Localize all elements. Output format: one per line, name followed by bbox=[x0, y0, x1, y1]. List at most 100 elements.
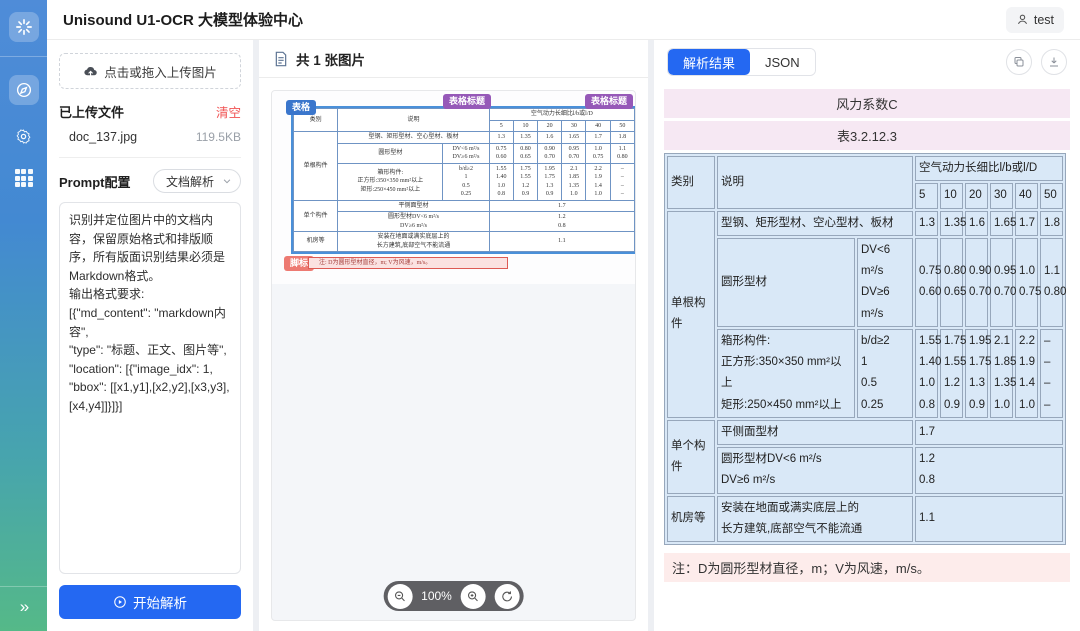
result-tabs: 解析结果 JSON bbox=[667, 48, 816, 76]
page-title: Unisound U1-OCR 大模型体验中心 bbox=[63, 9, 303, 30]
table-cell: 1.35 bbox=[940, 211, 963, 236]
table-cell: b/d≥2 1 0.5 0.25 bbox=[857, 329, 913, 418]
zoom-toolbar: 100% bbox=[383, 581, 524, 611]
table-cell: 1.2 0.8 bbox=[489, 212, 634, 232]
table-title-annotation-badge: 表格标题 bbox=[443, 94, 491, 109]
table-cell: 0.95 0.70 bbox=[990, 238, 1013, 327]
table-cell: 10 bbox=[513, 120, 537, 132]
table-cell: 安装在地面或满实底层上的 长方建筑,底部空气不能流通 bbox=[338, 232, 489, 252]
table-cell: 1.0 0.75 bbox=[586, 143, 610, 163]
table-cell: 圆形型材DV<6 m²/s DV≥6 m²/s bbox=[338, 212, 489, 232]
compass-icon bbox=[15, 81, 33, 99]
copy-button[interactable] bbox=[1006, 49, 1032, 75]
tab-json[interactable]: JSON bbox=[750, 49, 815, 75]
table-cell: 1.7 bbox=[586, 132, 610, 144]
play-circle-icon bbox=[113, 595, 127, 609]
table-cell: 型钢、矩形型材、空心型材、板材 bbox=[338, 132, 489, 144]
table-cell: 1.7 bbox=[915, 420, 1063, 445]
table-cell: 型钢、矩形型材、空心型材、板材 bbox=[717, 211, 913, 236]
top-bar: Unisound U1-OCR 大模型体验中心 test bbox=[47, 0, 1080, 40]
table-cell: 单根构件 bbox=[667, 211, 715, 418]
table-cell: 1.7 bbox=[1015, 211, 1038, 236]
table-cell: 1.6 bbox=[538, 132, 562, 144]
table-cell: 圆形型材 bbox=[717, 238, 855, 327]
table-annotation-box: 表格 表格标题 表格标题 类别说明空气动力长细比l/b或l/D510203040… bbox=[291, 106, 636, 254]
table-cell: 0.90 0.70 bbox=[965, 238, 988, 327]
document-image[interactable]: 表格 表格标题 表格标题 类别说明空气动力长细比l/b或l/D510203040… bbox=[272, 91, 635, 284]
table-title-annotation-badge: 表格标题 bbox=[585, 94, 633, 109]
result-panel: 解析结果 JSON 风力系数C 表3.2.12.3 bbox=[654, 40, 1080, 631]
table-cell: 箱形构件: 正方形:350×350 mm²以上 矩形:250×450 mm²以上 bbox=[338, 163, 443, 200]
footnote-annotation: 脚标注: D为圆形型材直径，m; V为风速，m/s。 bbox=[284, 256, 508, 272]
table-cell: DV<6 m²/s DV≥6 m²/s bbox=[857, 238, 913, 327]
zoom-out-icon bbox=[393, 590, 406, 603]
table-cell: 30 bbox=[990, 183, 1013, 208]
table-cell: 空气动力长细比l/b或l/D bbox=[489, 109, 634, 121]
clear-files-button[interactable]: 清空 bbox=[216, 102, 241, 121]
table-cell: 安装在地面或满实底层上的 长方建筑,底部空气不能流通 bbox=[717, 496, 913, 543]
grid-icon bbox=[15, 169, 33, 187]
table-cell: 1.6 bbox=[965, 211, 988, 236]
table-cell: 0.75 0.60 bbox=[489, 143, 513, 163]
start-parse-button[interactable]: 开始解析 bbox=[59, 585, 241, 619]
table-cell: b/d≥2 1 0.5 0.25 bbox=[443, 163, 489, 200]
zoom-in-button[interactable] bbox=[461, 584, 486, 609]
logo-icon[interactable] bbox=[9, 12, 39, 42]
table-cell: 30 bbox=[562, 120, 586, 132]
table-cell: 单根构件 bbox=[294, 132, 338, 201]
footnote-annotation-box: 注: D为圆形型材直径，m; V为风速，m/s。 bbox=[308, 257, 508, 269]
document-icon bbox=[274, 51, 288, 67]
user-menu[interactable]: test bbox=[1006, 7, 1064, 33]
table-cell: 2.1 1.85 1.35 1.0 bbox=[990, 329, 1013, 418]
table-cell: 20 bbox=[965, 183, 988, 208]
table-cell: 1.1 bbox=[489, 232, 634, 252]
zoom-level-label: 100% bbox=[421, 589, 452, 603]
table-cell: 5 bbox=[915, 183, 938, 208]
table-cell: 1.95 1.75 1.3 0.9 bbox=[965, 329, 988, 418]
prompt-mode-select[interactable]: 文档解析 bbox=[153, 169, 241, 193]
table-cell: 类别 bbox=[667, 156, 715, 209]
table-cell: 机房等 bbox=[294, 232, 338, 252]
table-cell: 1.7 bbox=[489, 200, 634, 212]
table-cell: DV<6 m²/s DV≥6 m²/s bbox=[443, 143, 489, 163]
table-cell: 1.3 bbox=[915, 211, 938, 236]
sidebar: » bbox=[0, 0, 47, 631]
uploaded-file-row[interactable]: doc_137.jpg 119.5KB bbox=[59, 130, 241, 144]
result-footnote: 注：D为圆形型材直径，m；V为风速，m/s。 bbox=[664, 553, 1070, 582]
table-cell: – – – – bbox=[1040, 329, 1063, 418]
table-cell: – – – – bbox=[610, 163, 634, 200]
preview-table: 类别说明空气动力长细比l/b或l/D51020304050单根构件型钢、矩形型材… bbox=[293, 108, 635, 252]
download-button[interactable] bbox=[1041, 49, 1067, 75]
file-name: doc_137.jpg bbox=[69, 130, 137, 144]
collapse-sidebar-button[interactable]: » bbox=[12, 593, 35, 621]
table-cell: 1.1 bbox=[915, 496, 1063, 543]
prompt-mode-value: 文档解析 bbox=[166, 173, 214, 190]
sidebar-bottom: » bbox=[0, 586, 47, 631]
divider bbox=[59, 157, 241, 158]
table-cell: 说明 bbox=[717, 156, 913, 209]
zoom-in-icon bbox=[467, 590, 480, 603]
reset-view-button[interactable] bbox=[495, 584, 520, 609]
sidebar-item-explore[interactable] bbox=[9, 75, 39, 105]
zoom-out-button[interactable] bbox=[387, 584, 412, 609]
tab-parse-result[interactable]: 解析结果 bbox=[668, 49, 750, 75]
table-cell: 1.2 0.8 bbox=[915, 447, 1063, 494]
table-cell: 说明 bbox=[338, 109, 489, 132]
upload-dropzone-label: 点击或拖入上传图片 bbox=[104, 62, 217, 81]
image-canvas[interactable]: 表格 表格标题 表格标题 类别说明空气动力长细比l/b或l/D510203040… bbox=[271, 90, 636, 621]
table-cell: 40 bbox=[586, 120, 610, 132]
sidebar-item-apps[interactable] bbox=[13, 167, 35, 189]
table-cell: 单个构件 bbox=[667, 420, 715, 494]
preview-panel: 共 1 张图片 表格 表格标题 表格标题 类别说明空气动力长细比l/b或 bbox=[259, 40, 648, 631]
gear-icon bbox=[15, 128, 32, 145]
reset-icon bbox=[501, 590, 514, 603]
download-icon bbox=[1048, 56, 1060, 68]
sidebar-divider bbox=[0, 586, 47, 587]
result-content[interactable]: 风力系数C 表3.2.12.3 类别说明空气动力长细比l/b或l/D510203… bbox=[654, 83, 1080, 631]
prompt-textarea[interactable] bbox=[59, 202, 241, 574]
table-cell: 1.0 0.75 bbox=[1015, 238, 1038, 327]
sidebar-item-settings[interactable] bbox=[13, 125, 35, 147]
chevron-down-icon bbox=[222, 176, 232, 186]
upload-dropzone[interactable]: 点击或拖入上传图片 bbox=[59, 53, 241, 89]
upload-panel: 点击或拖入上传图片 已上传文件 清空 doc_137.jpg 119.5KB P… bbox=[47, 40, 253, 631]
